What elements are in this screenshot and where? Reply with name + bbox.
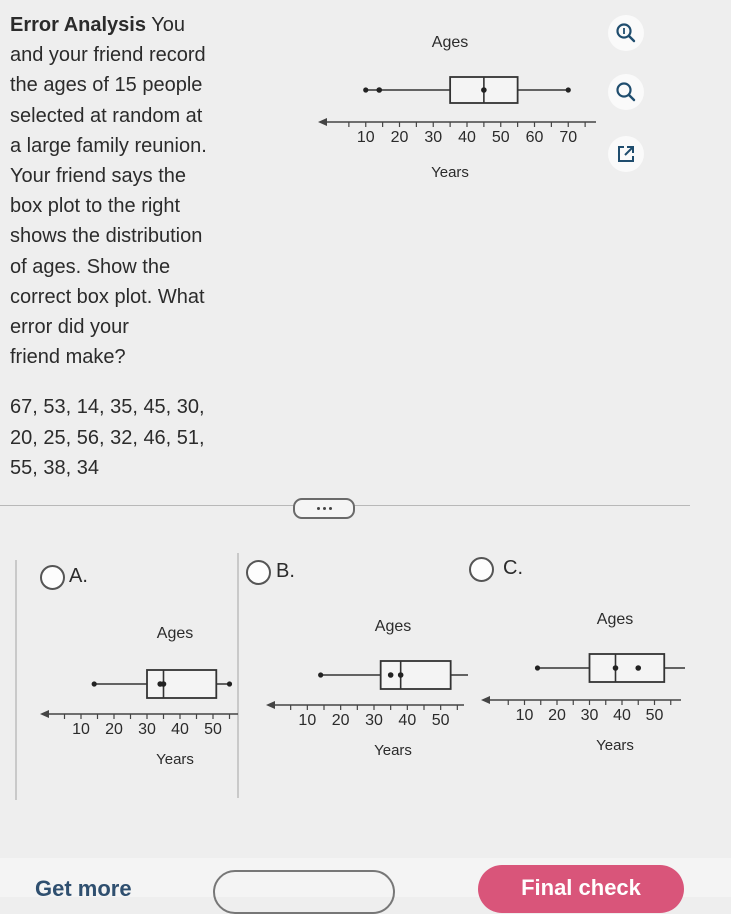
- problem-line-1: and your friend record: [10, 44, 206, 67]
- tick-label: 10: [298, 712, 316, 729]
- search-icon: [616, 82, 636, 102]
- data-point: [376, 87, 383, 93]
- problem-line-5: Your friend says the: [10, 165, 187, 188]
- choice-a-frame: [15, 560, 17, 800]
- choice-b-radio[interactable]: [246, 560, 271, 585]
- data-line-0: 67, 53, 14, 35, 45, 30,: [10, 396, 205, 418]
- tick-label: 30: [581, 707, 599, 724]
- search-button[interactable]: [608, 74, 644, 110]
- tick-label: 30: [424, 129, 442, 146]
- tick-label: 50: [204, 721, 222, 738]
- problem-line-7: shows the distribution: [10, 225, 203, 248]
- friend-box-plot: Ages 10 20 30 40 50 60 70 Years: [318, 34, 596, 181]
- tick-label: 20: [548, 707, 566, 724]
- min-point: [363, 87, 369, 93]
- tick-label: 40: [613, 707, 631, 724]
- expand-button[interactable]: [608, 136, 644, 172]
- chart-title: Ages: [375, 618, 411, 635]
- zoom-in-button[interactable]: [608, 15, 644, 51]
- max-point: [565, 87, 571, 93]
- axis-label: Years: [156, 751, 194, 768]
- median-point: [397, 672, 404, 678]
- tick-label: 40: [171, 721, 189, 738]
- choice-c-box-plot: Ages 10 20 30 40 50 Years: [481, 611, 685, 754]
- axis-label: Years: [431, 164, 469, 181]
- min-point: [318, 672, 324, 678]
- chart-title: Ages: [597, 611, 633, 628]
- problem-line-9: correct box plot. What: [10, 285, 205, 308]
- choice-b-box-plot: Ages 10 20 30 40 50 Years: [266, 618, 468, 759]
- data-point: [635, 665, 642, 671]
- box-rect: [146, 669, 218, 699]
- expand-icon: [618, 146, 634, 162]
- tick-label: 10: [357, 129, 375, 146]
- tick-label: 40: [458, 129, 476, 146]
- data-point: [387, 672, 394, 678]
- get-more-link[interactable]: Get more: [35, 876, 132, 902]
- dot-icon: [328, 507, 332, 510]
- tick-label: 20: [105, 721, 123, 738]
- data-point: [157, 681, 163, 687]
- chart-title: Ages: [157, 625, 193, 642]
- dot-icon: [316, 507, 320, 510]
- problem-line-0: Error Analysis You: [10, 10, 272, 40]
- zoom-in-icon: [616, 23, 636, 43]
- problem-line-3: selected at random at: [10, 104, 203, 127]
- tick-label: 20: [391, 129, 409, 146]
- final-check-button[interactable]: Final check: [478, 865, 684, 913]
- axis-label: Years: [374, 742, 412, 759]
- tick-label: 10: [72, 721, 90, 738]
- problem-line-0-text: You: [151, 14, 185, 36]
- axis-arrow: [481, 696, 490, 704]
- problem-line-4: a large family reunion.: [10, 134, 207, 157]
- problem-line-6: box plot to the right: [10, 195, 181, 218]
- tick-label: 10: [516, 707, 534, 724]
- choice-c-radio[interactable]: [469, 557, 494, 582]
- problem-line-2: the ages of 15 people: [10, 74, 203, 97]
- tick-label: 30: [365, 712, 383, 729]
- min-point: [91, 681, 97, 687]
- tick-label: 40: [398, 712, 416, 729]
- tick-label: 30: [138, 721, 156, 738]
- choice-a-label: A.: [69, 565, 88, 587]
- data-line-1: 20, 25, 56, 32, 46, 51,: [10, 426, 205, 449]
- tick-label: 70: [559, 129, 577, 146]
- min-point: [534, 665, 541, 671]
- axis-arrow: [40, 710, 49, 718]
- tick-label: 20: [332, 712, 350, 729]
- max-point: [226, 681, 233, 687]
- data-line-2: 55, 38, 34: [10, 457, 99, 479]
- axis-label: Years: [596, 737, 634, 754]
- problem-line-8: of ages. Show the: [10, 255, 171, 278]
- tick-label: 50: [432, 712, 450, 729]
- problem-title: Error Analysis: [10, 14, 146, 36]
- problem-line-11: friend make?: [10, 346, 126, 369]
- chart-title: Ages: [432, 34, 468, 51]
- choice-a-radio[interactable]: [40, 565, 65, 590]
- tick-label: 50: [646, 707, 664, 724]
- tick-label: 50: [492, 129, 510, 146]
- axis-arrow: [266, 701, 275, 709]
- tick-label: 60: [526, 129, 544, 146]
- median-point: [481, 87, 487, 93]
- problem-line-10: error did your: [10, 316, 129, 339]
- more-options-button[interactable]: [293, 498, 355, 519]
- choice-b-label: B.: [276, 560, 295, 582]
- median-point: [612, 665, 619, 671]
- choice-a-box-plot: Ages 10 20 30 40 50 Years: [40, 625, 238, 768]
- middle-pill-button[interactable]: [213, 870, 395, 914]
- box-rect: [588, 653, 666, 683]
- axis-arrow: [318, 118, 327, 126]
- problem-text: Error Analysis You and your friend recor…: [10, 10, 272, 372]
- data-list: 67, 53, 14, 35, 45, 30, 20, 25, 56, 32, …: [10, 392, 290, 484]
- dot-icon: [322, 507, 326, 510]
- choice-c-label: C.: [503, 557, 523, 579]
